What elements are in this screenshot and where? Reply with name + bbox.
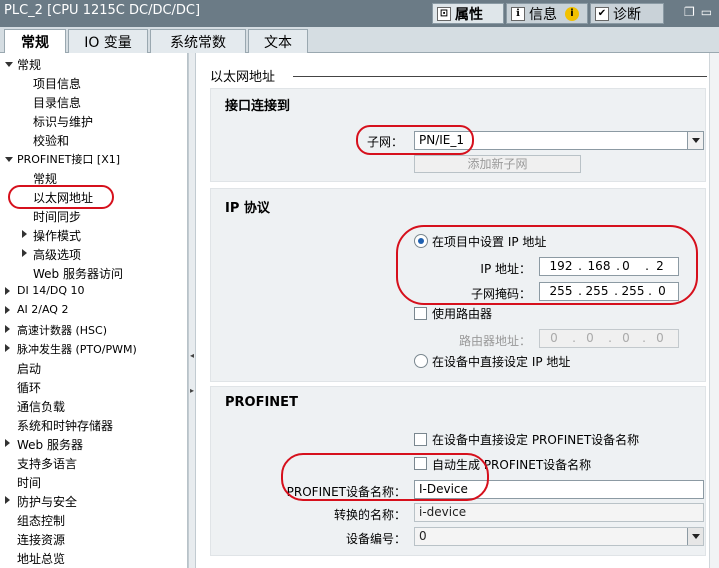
header-divider: [293, 76, 707, 77]
radio-set-ip-on-device[interactable]: [414, 354, 428, 368]
tree-item-project-info[interactable]: 项目信息: [33, 75, 81, 92]
device-number-dropdown[interactable]: 0: [414, 527, 704, 546]
chevron-down-icon[interactable]: [687, 132, 703, 149]
tree-item-checksum[interactable]: 校验和: [33, 132, 69, 149]
info-badge-icon: i: [565, 6, 579, 21]
section-ip-title: IP 协议: [225, 201, 270, 216]
tree-item-system-clock-memory[interactable]: 系统和时钟存储器: [17, 417, 113, 434]
tab-io-tags[interactable]: IO 变量: [68, 29, 148, 53]
radio-set-ip-on-device-label: 在设备中直接设定 IP 地址: [432, 355, 571, 369]
collapsed-arrow-icon[interactable]: [5, 325, 10, 333]
tab-general[interactable]: 常规: [4, 29, 66, 54]
annotation-highlight: [396, 225, 698, 305]
device-number-label: 设备编号：: [345, 532, 406, 546]
collapse-left-icon[interactable]: ◂: [190, 351, 194, 360]
tree-item-catalog-info[interactable]: 目录信息: [33, 94, 81, 111]
use-router-label: 使用路由器: [432, 307, 493, 321]
collapsed-arrow-icon[interactable]: [22, 230, 27, 238]
restore-icon[interactable]: ❐: [684, 5, 701, 19]
page-title: 以太网地址: [210, 70, 276, 85]
converted-name-field: i-device: [414, 503, 704, 522]
collapsed-arrow-icon[interactable]: [5, 306, 10, 314]
annotation-highlight: [8, 185, 114, 209]
expanded-arrow-icon[interactable]: [5, 62, 13, 67]
expand-right-icon[interactable]: ▸: [190, 386, 194, 395]
tree-item-config-control[interactable]: 组态控制: [17, 512, 65, 529]
window-titlebar: PLC_2 [CPU 1215C DC/DC/DC] ⊡ 属性 ℹ 信息 i ✔…: [0, 0, 719, 27]
tree-item-protection-security[interactable]: 防护与安全: [17, 493, 77, 510]
tree-item-time[interactable]: 时间: [17, 474, 41, 491]
main-tabs-bar: 常规 IO 变量 系统常数 文本: [0, 27, 719, 54]
set-name-on-device-label: 在设备中直接设定 PROFINET设备名称: [432, 433, 640, 447]
properties-icon: ⊡: [437, 6, 451, 21]
window-title: PLC_2 [CPU 1215C DC/DC/DC]: [4, 3, 201, 18]
window-controls[interactable]: ❐▭: [684, 5, 718, 19]
router-octet: 0: [656, 331, 664, 345]
tree-item-profinet-interface[interactable]: PROFINET接口 [X1]: [17, 151, 120, 167]
router-dot: .: [608, 331, 612, 345]
tree-item-cycle[interactable]: 循环: [17, 379, 41, 396]
tree-item-comm-load[interactable]: 通信负载: [17, 398, 65, 415]
minimize-icon[interactable]: ▭: [701, 5, 718, 19]
tab-properties[interactable]: ⊡ 属性: [432, 3, 504, 24]
annotation-highlight: [281, 453, 489, 501]
expanded-arrow-icon[interactable]: [5, 157, 13, 162]
tree-item-startup[interactable]: 启动: [17, 360, 41, 377]
tree-item-operating-mode[interactable]: 操作模式: [33, 227, 81, 244]
converted-name-label: 转换的名称：: [333, 508, 406, 522]
collapsed-arrow-icon[interactable]: [5, 344, 10, 352]
collapsed-arrow-icon[interactable]: [5, 439, 10, 447]
device-number-value: 0: [419, 529, 427, 543]
router-dot: .: [572, 331, 576, 345]
panel-splitter[interactable]: ◂ ▸: [188, 53, 196, 568]
tab-texts[interactable]: 文本: [248, 29, 308, 53]
vertical-scrollbar[interactable]: [709, 53, 719, 568]
tree-item-di-dq[interactable]: DI 14/DQ 10: [17, 284, 85, 297]
use-router-checkbox[interactable]: [414, 307, 427, 320]
add-subnet-button[interactable]: 添加新子网: [414, 155, 581, 173]
section-profinet-title: PROFINET: [225, 395, 298, 410]
router-octet: 0: [622, 331, 630, 345]
tab-info[interactable]: ℹ 信息 i: [506, 3, 588, 24]
tab-diagnostics-label: 诊断: [613, 6, 641, 23]
tab-properties-label: 属性: [455, 6, 483, 23]
router-dot: .: [642, 331, 646, 345]
info-icon: ℹ: [511, 6, 525, 21]
tree-item-advanced-options[interactable]: 高级选项: [33, 246, 81, 263]
tree-item-web-server[interactable]: Web 服务器: [17, 436, 83, 453]
tree-item-time-sync[interactable]: 时间同步: [33, 208, 81, 225]
tab-info-label: 信息: [529, 6, 557, 23]
tab-diagnostics[interactable]: ✔ 诊断: [590, 3, 664, 24]
collapsed-arrow-icon[interactable]: [22, 249, 27, 257]
tab-system-constants[interactable]: 系统常数: [150, 29, 246, 53]
router-address-label: 路由器地址：: [458, 334, 531, 348]
chevron-down-icon[interactable]: [687, 528, 703, 545]
tree-item-connection-resources[interactable]: 连接资源: [17, 531, 65, 548]
annotation-highlight: [356, 125, 474, 155]
tree-item-id-maintenance[interactable]: 标识与维护: [33, 113, 93, 130]
collapsed-arrow-icon[interactable]: [5, 496, 10, 504]
collapsed-arrow-icon[interactable]: [5, 287, 10, 295]
set-name-on-device-checkbox[interactable]: [414, 433, 427, 446]
tree-item-multilanguage[interactable]: 支持多语言: [17, 455, 77, 472]
router-octet: 0: [550, 331, 558, 345]
router-address-field[interactable]: 0 . 0 . 0 . 0: [539, 329, 679, 348]
tree-item-general[interactable]: 常规: [17, 56, 41, 73]
tree-item-pulse-generator[interactable]: 脉冲发生器 (PTO/PWM): [17, 341, 137, 357]
tree-item-ai-aq[interactable]: AI 2/AQ 2: [17, 303, 68, 316]
diagnostics-icon: ✔: [595, 6, 609, 21]
section-interface-title: 接口连接到: [225, 99, 291, 114]
tree-item-address-overview[interactable]: 地址总览: [17, 550, 65, 567]
router-octet: 0: [586, 331, 594, 345]
tree-item-hsc[interactable]: 高速计数器 (HSC): [17, 322, 107, 338]
navigation-tree: 常规 项目信息 目录信息 标识与维护 校验和 PROFINET接口 [X1] 常…: [0, 53, 188, 568]
tree-item-web-server-access[interactable]: Web 服务器访问: [33, 265, 123, 282]
